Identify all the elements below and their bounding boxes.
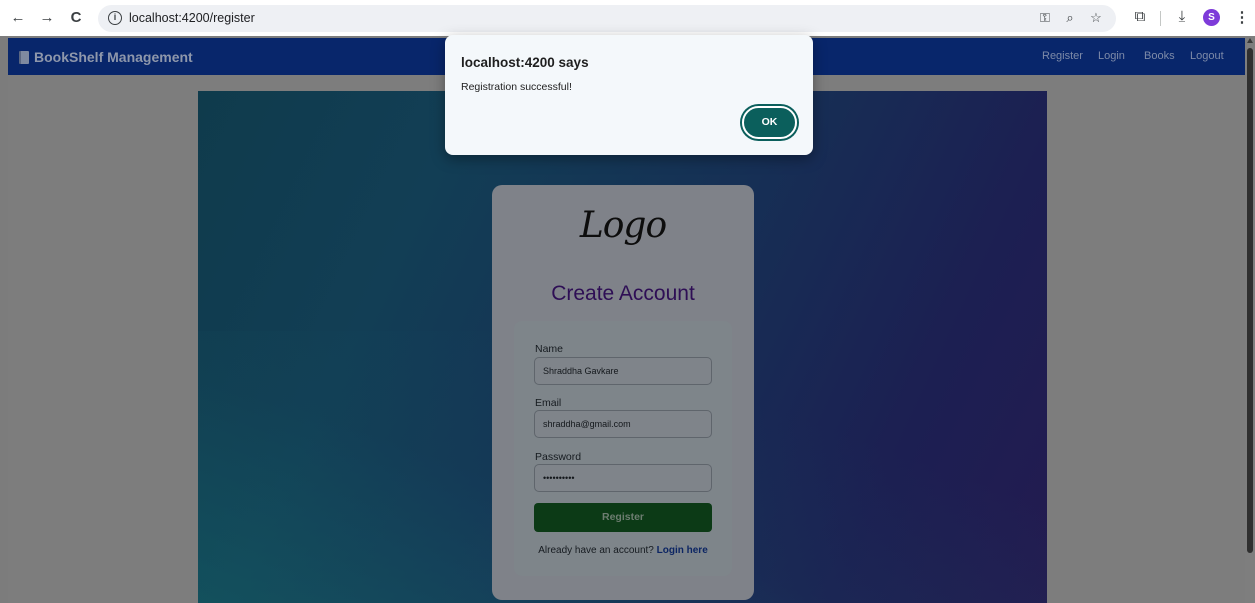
bookmark-star-icon[interactable]: ☆ <box>1087 10 1105 26</box>
register-card: Logo Create Account Name Shraddha Gavkar… <box>492 185 754 600</box>
back-icon[interactable]: ← <box>8 8 28 28</box>
name-label: Name <box>535 343 564 355</box>
downloads-icon[interactable]: ⤓ <box>1172 8 1192 25</box>
reload-icon[interactable]: C <box>66 8 86 28</box>
nav-link-register[interactable]: Register <box>1042 50 1083 62</box>
menu-kebab-icon[interactable]: ⋮ <box>1232 8 1252 26</box>
nav-link-login[interactable]: Login <box>1098 50 1125 62</box>
login-prompt-text: Already have an account? <box>538 545 654 556</box>
dialog-title: localhost:4200 says <box>461 55 589 70</box>
dialog-message: Registration successful! <box>461 81 572 93</box>
scroll-up-icon[interactable] <box>1247 38 1253 43</box>
left-edge <box>0 36 8 603</box>
email-field[interactable]: shraddha@gmail.com <box>534 410 712 438</box>
password-key-icon[interactable]: ⚿ <box>1036 10 1054 26</box>
nav-link-books[interactable]: Books <box>1144 50 1175 62</box>
alert-dialog: localhost:4200 says Registration success… <box>445 35 813 155</box>
password-field[interactable]: •••••••••• <box>534 464 712 492</box>
name-field[interactable]: Shraddha Gavkare <box>534 357 712 385</box>
extensions-icon[interactable]: ⧉ <box>1130 8 1150 25</box>
nav-link-logout[interactable]: Logout <box>1190 50 1224 62</box>
scrollbar[interactable] <box>1245 36 1255 603</box>
register-form: Name Shraddha Gavkare Email shraddha@gma… <box>514 321 732 576</box>
zoom-icon[interactable]: ⌕ <box>1061 10 1079 26</box>
scrollbar-thumb[interactable] <box>1247 48 1253 553</box>
book-icon <box>19 50 29 64</box>
toolbar-divider <box>1160 11 1161 26</box>
login-prompt: Already have an account? Login here <box>514 545 732 556</box>
ok-button[interactable]: OK <box>742 106 797 139</box>
forward-icon[interactable]: → <box>37 8 57 28</box>
page-title: Create Account <box>551 282 695 305</box>
address-bar[interactable]: i localhost:4200/register ⚿ ⌕ ☆ <box>98 5 1116 32</box>
site-info-icon[interactable]: i <box>108 11 122 25</box>
register-button[interactable]: Register <box>534 503 712 532</box>
login-link[interactable]: Login here <box>657 545 708 556</box>
brand-title: BookShelf Management <box>34 49 193 65</box>
profile-avatar[interactable]: S <box>1203 9 1220 26</box>
brand[interactable]: BookShelf Management <box>19 49 193 65</box>
browser-toolbar: ← → C i localhost:4200/register ⚿ ⌕ ☆ ⧉ … <box>0 0 1255 36</box>
address-url[interactable]: localhost:4200/register <box>129 11 255 25</box>
email-label: Email <box>535 397 562 409</box>
password-label: Password <box>535 451 582 463</box>
logo: Logo <box>579 205 667 246</box>
